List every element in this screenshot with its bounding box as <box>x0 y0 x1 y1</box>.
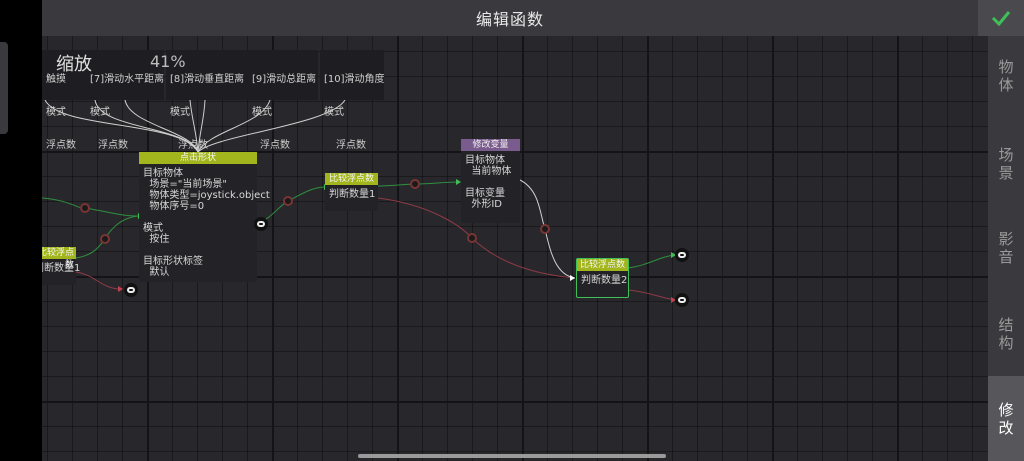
editor-canvas[interactable]: 触摸 模式 浮点数 [7]滑动水平距离 模式 浮点数 [8]滑动垂直距离 模式 … <box>0 0 1024 461</box>
input-node-mode: 模式 <box>46 107 66 118</box>
left-edge <box>0 0 42 461</box>
input-node-mode: 模式 <box>170 107 190 118</box>
input-node-type: 浮点数 <box>260 140 290 151</box>
output-pin-icon[interactable] <box>254 217 268 231</box>
compare-float-node[interactable]: 比较浮点数 判断数量2 <box>576 258 629 298</box>
node-body: 判断数量2 <box>581 275 628 286</box>
node-body: 目标物体 当前物体 目标变量 外形ID <box>465 155 512 210</box>
sidebar-item-scene[interactable]: 场景 <box>988 124 1024 204</box>
sidebar-item-label: 影音 <box>998 230 1014 266</box>
check-icon <box>991 11 1011 26</box>
left-drawer-handle[interactable] <box>0 42 8 134</box>
page-title: 编辑函数 <box>475 10 544 29</box>
click-shape-node[interactable]: 点击形状 目标物体 场景="当前场景" 物体类型=joystick.object… <box>139 152 270 282</box>
input-node-mode: 模式 <box>252 107 272 118</box>
wire-knob[interactable] <box>283 196 293 206</box>
input-node-title: [10]滑动角度 <box>324 74 385 85</box>
compare-float-node[interactable]: 比较浮点数 判断数量1 <box>325 173 378 211</box>
sidebar-item-structure[interactable]: 结构 <box>988 294 1024 374</box>
sidebar-item-media[interactable]: 影音 <box>988 208 1024 288</box>
sidebar-item-label: 结构 <box>998 316 1014 352</box>
node-header: 修改变量 <box>461 139 520 151</box>
wire-knob[interactable] <box>467 233 477 243</box>
input-node-title: [7]滑动水平距离 <box>90 74 165 85</box>
output-pin-icon[interactable] <box>124 283 138 297</box>
node-header: 比较浮点数 <box>577 259 628 271</box>
output-pin-icon[interactable] <box>675 293 689 307</box>
sidebar-item-label: 场景 <box>998 146 1014 182</box>
node-header: 比较浮点数 <box>325 173 378 185</box>
input-node-type: 浮点数 <box>178 140 208 151</box>
title-bar: 编辑函数 <box>42 0 978 36</box>
input-node-title: [9]滑动总距离 <box>252 74 317 85</box>
wire-knob[interactable] <box>80 203 90 213</box>
output-pin-icon[interactable] <box>675 248 689 262</box>
wire-knob[interactable] <box>540 224 550 234</box>
wire-knob[interactable] <box>410 179 420 189</box>
modify-variable-node[interactable]: 修改变量 目标物体 当前物体 目标变量 外形ID <box>461 139 520 223</box>
input-node[interactable]: [10]滑动角度 模式 浮点数 <box>320 50 385 151</box>
confirm-button[interactable] <box>978 0 1024 36</box>
input-node-mode: 模式 <box>90 107 110 118</box>
input-node-title: [8]滑动垂直距离 <box>170 74 245 85</box>
category-sidebar: 物体 场景 影音 结构 修改 <box>988 36 1024 461</box>
node-header: 点击形状 <box>139 152 257 164</box>
input-node-type: 浮点数 <box>336 140 366 151</box>
wire-knob[interactable] <box>100 234 110 244</box>
zoom-value: 41% <box>150 52 186 71</box>
zoom-label: 缩放 <box>56 54 92 75</box>
sidebar-item-object[interactable]: 物体 <box>988 36 1024 116</box>
input-node-mode: 模式 <box>324 107 344 118</box>
input-node[interactable]: [9]滑动总距离 模式 浮点数 <box>248 50 318 151</box>
sidebar-item-label: 修改 <box>998 400 1014 437</box>
node-body: 判断数量1 <box>329 189 376 200</box>
node-body: 目标物体 场景="当前场景" 物体类型=joystick.object 物体序号… <box>143 168 270 278</box>
input-node-type: 浮点数 <box>46 140 76 151</box>
sidebar-item-label: 物体 <box>998 58 1014 94</box>
home-indicator[interactable] <box>358 454 666 458</box>
input-node-type: 浮点数 <box>98 140 128 151</box>
sidebar-item-modify[interactable]: 修改 <box>988 376 1024 461</box>
